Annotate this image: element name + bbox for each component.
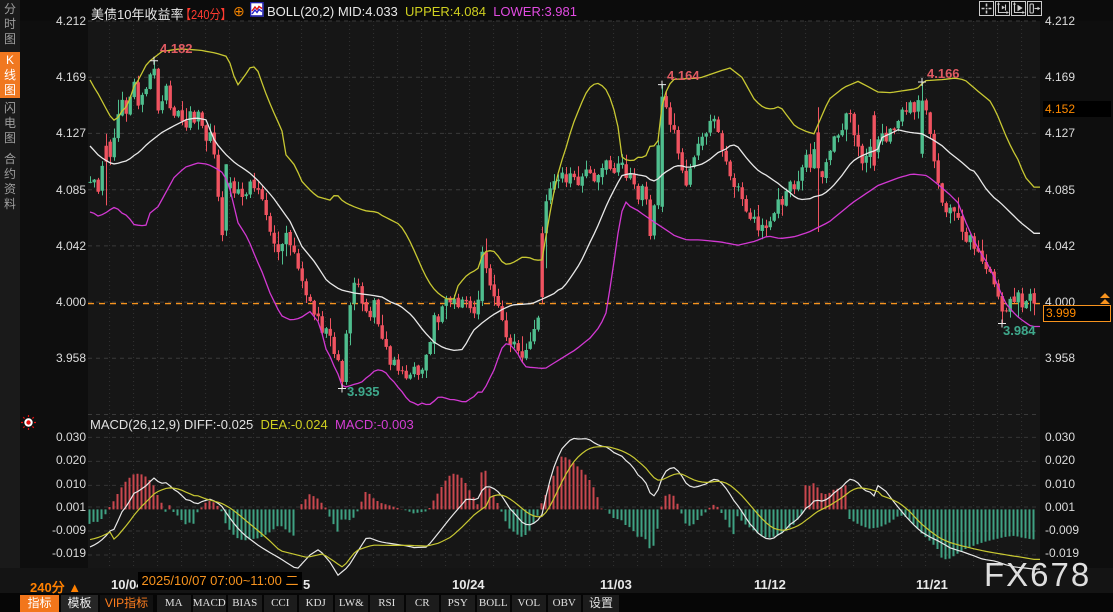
svg-text:3.935: 3.935 <box>347 384 380 399</box>
svg-text:4.182: 4.182 <box>160 41 193 56</box>
svg-text:4.166: 4.166 <box>927 66 960 81</box>
svg-text:4.164: 4.164 <box>667 68 700 83</box>
svg-text:3.984: 3.984 <box>1003 323 1036 338</box>
